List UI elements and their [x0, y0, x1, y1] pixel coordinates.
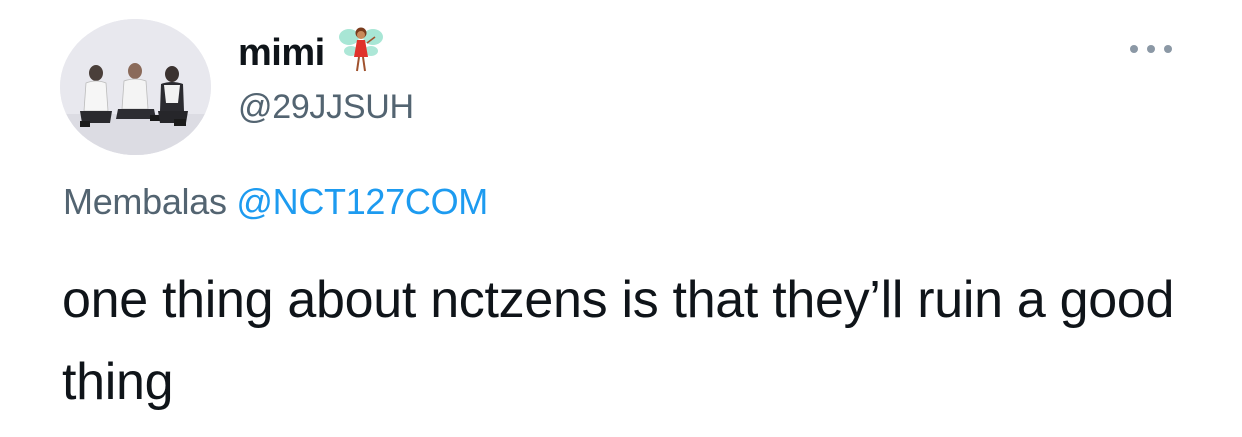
display-name[interactable]: mimi	[238, 32, 325, 75]
reply-mention-link[interactable]: @NCT127COM	[236, 181, 488, 222]
author-handle[interactable]: @29JJSUH	[238, 88, 414, 127]
tweet-text: one thing about nctzens is that they’ll …	[62, 271, 1175, 411]
name-row: mimi	[238, 27, 414, 76]
avatar[interactable]	[60, 19, 211, 155]
avatar-photo	[60, 19, 211, 155]
tweet-card: mimi @29JJSUH Membalas @NCT127COM one th…	[0, 0, 1242, 437]
more-dot	[1164, 45, 1172, 53]
reply-prefix: Membalas	[63, 181, 227, 222]
reply-context: Membalas @NCT127COM	[63, 181, 488, 223]
more-dot	[1147, 45, 1155, 53]
more-options-icon[interactable]	[1130, 41, 1172, 57]
more-dot	[1130, 45, 1138, 53]
fairy-emoji-icon	[338, 27, 383, 72]
tweet-header: mimi @29JJSUH	[238, 27, 414, 127]
